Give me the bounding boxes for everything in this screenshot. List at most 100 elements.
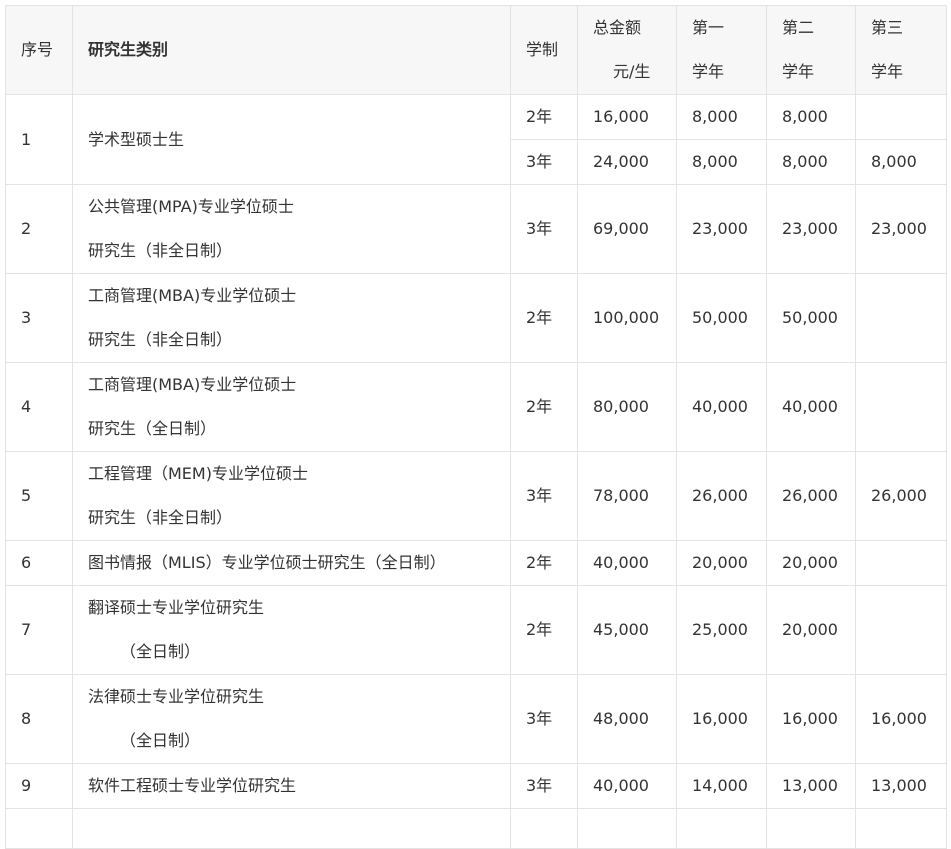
cell-year1: 14,000: [676, 763, 767, 809]
cell-duration: 3年: [510, 139, 578, 185]
cell-category-line2: （全日制）: [120, 731, 201, 750]
cell-year3: 16,000: [855, 674, 947, 764]
cell-year2: 23,000: [766, 184, 856, 274]
header-total-line1: 总金额: [593, 18, 642, 37]
table-row: 6 图书情报（MLIS）专业学位硕士研究生（全日制） 2年 40,000 20,…: [5, 540, 947, 586]
cell-duration: 3年: [510, 763, 578, 809]
cell-total: 24,000: [577, 139, 677, 185]
cell-total: 16,000: [577, 94, 677, 140]
cell-category-line1: 公共管理(MPA)专业学位硕士: [88, 197, 294, 216]
cell-year2: 40,000: [766, 362, 856, 452]
cell-category-line1: 工商管理(MBA)专业学位硕士: [88, 286, 297, 305]
table-row: 3 工商管理(MBA)专业学位硕士 研究生（非全日制） 2年 100,000 5…: [5, 273, 947, 363]
cell-no: 4: [5, 362, 73, 452]
cell-year1: 8,000: [676, 139, 767, 185]
cell-category-line1: 翻译硕士专业学位研究生: [88, 598, 265, 617]
header-year3-line1: 第三: [871, 18, 904, 37]
cell-no: 5: [5, 451, 73, 541]
cell-year1: 40,000: [676, 362, 767, 452]
cell-total: 45,000: [577, 585, 677, 675]
cell-total: 80,000: [577, 362, 677, 452]
cell-year2: 8,000: [766, 94, 856, 140]
cell-year1: 50,000: [676, 273, 767, 363]
cell-category-line2: 研究生（全日制）: [88, 419, 217, 438]
table-row: 9 软件工程硕士专业学位研究生 3年 40,000 14,000 13,000 …: [5, 763, 947, 809]
cell-total: 100,000: [577, 273, 677, 363]
cell-year2: 16,000: [766, 674, 856, 764]
header-year2-line2: 学年: [782, 62, 815, 81]
header-year2-line1: 第二: [782, 18, 815, 37]
cell-category: 图书情报（MLIS）专业学位硕士研究生（全日制）: [72, 540, 511, 586]
tuition-fee-table: 序号 研究生类别 学制 总金额 元/生 第一 学年 第二 学年 第三 学年 1: [5, 5, 947, 849]
cell-category: 翻译硕士专业学位研究生 （全日制）: [72, 585, 511, 675]
header-total-line2: 元/生: [613, 62, 651, 81]
cell-category: 公共管理(MPA)专业学位硕士 研究生（非全日制）: [72, 184, 511, 274]
cell-category-line2: 研究生（非全日制）: [88, 241, 233, 260]
cell-total: 48,000: [577, 674, 677, 764]
cell-year3: 8,000: [855, 139, 947, 185]
cell-duration: 3年: [510, 674, 578, 764]
cell-no: 8: [5, 674, 73, 764]
cell-year3: 26,000: [855, 451, 947, 541]
cell-duration: 2年: [510, 94, 578, 140]
cell-total: 40,000: [577, 763, 677, 809]
cell-category: 工商管理(MBA)专业学位硕士 研究生（非全日制）: [72, 273, 511, 363]
cell-year2: 20,000: [766, 585, 856, 675]
cell-no: 9: [5, 763, 73, 809]
cell-no: 2: [5, 184, 73, 274]
cell-duration: 2年: [510, 362, 578, 452]
cell-year1: 25,000: [676, 585, 767, 675]
cell-category: 学术型硕士生: [72, 94, 511, 185]
header-year3: 第三 学年: [855, 5, 947, 95]
table-row: 5 工程管理（MEM)专业学位硕士 研究生（非全日制） 3年 78,000 26…: [5, 451, 947, 541]
table-row: 2 公共管理(MPA)专业学位硕士 研究生（非全日制） 3年 69,000 23…: [5, 184, 947, 274]
table-row: 8 法律硕士专业学位研究生 （全日制） 3年 48,000 16,000 16,…: [5, 674, 947, 764]
cell-year2: 20,000: [766, 540, 856, 586]
cell-category-line1: 法律硕士专业学位研究生: [88, 687, 265, 706]
table-row-partial: [5, 808, 947, 849]
cell-year1: 8,000: [676, 94, 767, 140]
cell-year3: [855, 94, 947, 140]
cell-year2: 13,000: [766, 763, 856, 809]
header-row: 序号 研究生类别 学制 总金额 元/生 第一 学年 第二 学年 第三 学年: [5, 5, 947, 95]
cell-no: 7: [5, 585, 73, 675]
cell-duration: 3年: [510, 451, 578, 541]
header-year3-line2: 学年: [871, 62, 904, 81]
header-total: 总金额 元/生: [577, 5, 677, 95]
cell-year3: [855, 585, 947, 675]
cell-year1: 20,000: [676, 540, 767, 586]
cell-category-line1: 工商管理(MBA)专业学位硕士: [88, 375, 297, 394]
header-year1: 第一 学年: [676, 5, 767, 95]
header-year2: 第二 学年: [766, 5, 856, 95]
cell-category: 工商管理(MBA)专业学位硕士 研究生（全日制）: [72, 362, 511, 452]
cell-year3: 23,000: [855, 184, 947, 274]
cell-total: 78,000: [577, 451, 677, 541]
cell-category-line1: 工程管理（MEM)专业学位硕士: [88, 464, 308, 483]
table-row: 4 工商管理(MBA)专业学位硕士 研究生（全日制） 2年 80,000 40,…: [5, 362, 947, 452]
cell-year2: 26,000: [766, 451, 856, 541]
cell-duration: 2年: [510, 585, 578, 675]
cell-year2: 8,000: [766, 139, 856, 185]
cell-year1: 23,000: [676, 184, 767, 274]
cell-category-line2: 研究生（非全日制）: [88, 330, 233, 349]
cell-category-line2: 研究生（非全日制）: [88, 508, 233, 527]
header-no: 序号: [5, 5, 73, 95]
header-year1-line1: 第一: [692, 18, 725, 37]
cell-no: 3: [5, 273, 73, 363]
cell-year3: [855, 273, 947, 363]
cell-year3: [855, 362, 947, 452]
cell-total: 40,000: [577, 540, 677, 586]
table-row: 1 学术型硕士生 2年 16,000 8,000 8,000: [5, 94, 947, 185]
cell-no: 1: [5, 94, 73, 185]
cell-duration: 3年: [510, 184, 578, 274]
cell-year3: 13,000: [855, 763, 947, 809]
cell-category: 工程管理（MEM)专业学位硕士 研究生（非全日制）: [72, 451, 511, 541]
cell-duration: 2年: [510, 273, 578, 363]
cell-year3: [855, 540, 947, 586]
header-duration: 学制: [510, 5, 578, 95]
cell-total: 69,000: [577, 184, 677, 274]
cell-year2: 50,000: [766, 273, 856, 363]
header-category: 研究生类别: [72, 5, 511, 95]
cell-duration: 2年: [510, 540, 578, 586]
table-row: 7 翻译硕士专业学位研究生 （全日制） 2年 45,000 25,000 20,…: [5, 585, 947, 675]
